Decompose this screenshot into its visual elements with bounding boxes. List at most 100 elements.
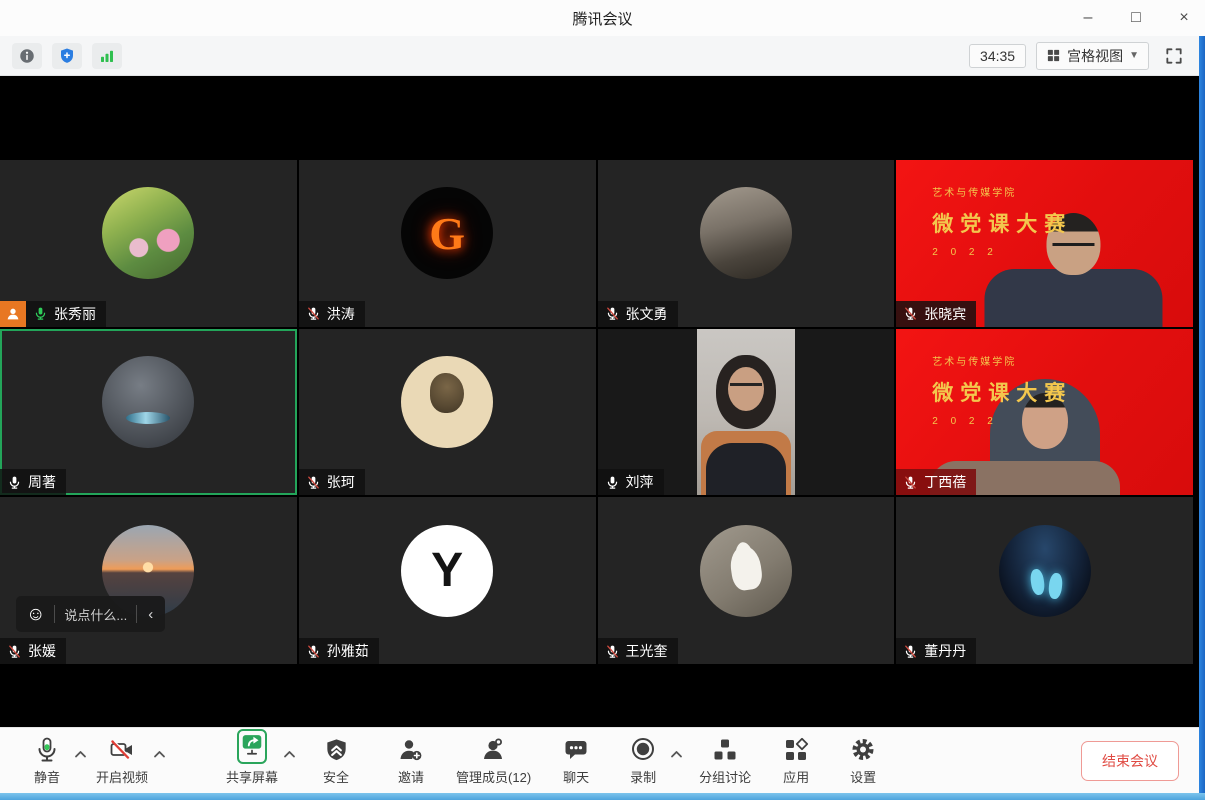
mic-on-icon <box>7 475 22 490</box>
breakout-rooms-icon <box>711 736 739 764</box>
host-badge <box>0 301 26 327</box>
banner-line3: 2 0 2 2 <box>932 247 1072 258</box>
name-tag: 张晓宾 <box>896 301 976 327</box>
view-mode-button[interactable]: 宫格视图 ▼ <box>1036 42 1149 70</box>
participant-tile-zhangyuan[interactable]: ☺ 说点什么... ‹ 张媛 <box>0 497 297 664</box>
participant-tile-zhangxiuli[interactable]: 张秀丽 <box>0 160 297 327</box>
participant-grid: 张秀丽 G 洪涛 <box>0 160 1193 664</box>
participant-name: 张晓宾 <box>924 304 966 324</box>
mic-muted-icon <box>903 475 918 490</box>
maximize-button[interactable]: □ <box>1125 0 1147 36</box>
video-options-chevron[interactable] <box>153 750 166 758</box>
invite-label: 邀请 <box>398 767 424 786</box>
minimize-button[interactable]: – <box>1077 0 1099 36</box>
participant-name: 刘萍 <box>626 472 654 492</box>
name-tag: 刘萍 <box>598 469 664 495</box>
security-button[interactable]: 安全 <box>314 736 358 786</box>
video-banner-text: 艺术与传媒学院 微党课大赛 2 0 2 2 <box>932 353 1072 427</box>
quick-chat-bar[interactable]: ☺ 说点什么... ‹ <box>16 596 165 632</box>
participant-tile-dongdandan[interactable]: 董丹丹 <box>896 497 1193 664</box>
meeting-protect-button[interactable] <box>52 43 82 69</box>
avatar-letter: G <box>429 207 465 260</box>
fullscreen-icon <box>1164 46 1184 66</box>
record-circle-icon <box>629 736 657 764</box>
banner-line2: 微党课大赛 <box>932 377 1072 407</box>
close-button[interactable]: × <box>1173 0 1195 36</box>
start-video-label: 开启视频 <box>96 767 148 786</box>
mute-button[interactable]: 静音 <box>25 736 69 786</box>
mic-muted-icon <box>7 644 22 659</box>
chat-button[interactable]: 聊天 <box>554 736 598 786</box>
fullscreen-button[interactable] <box>1159 43 1189 69</box>
share-screen-label: 共享屏幕 <box>226 767 278 786</box>
meeting-info-button[interactable] <box>12 43 42 69</box>
divider <box>54 605 55 623</box>
info-icon <box>18 47 36 65</box>
participant-tile-dingxibei[interactable]: 艺术与传媒学院 微党课大赛 2 0 2 2 丁西蓓 <box>896 329 1193 496</box>
participant-tile-zhangxiaobin[interactable]: 艺术与传媒学院 微党课大赛 2 0 2 2 张晓宾 <box>896 160 1193 327</box>
participant-tile-sunyaru[interactable]: Y 孙雅茹 <box>299 497 596 664</box>
participant-name: 张珂 <box>327 472 355 492</box>
grid-view-icon <box>1046 48 1061 63</box>
start-video-button[interactable]: 开启视频 <box>96 736 148 786</box>
collapse-chevron-icon[interactable]: ‹ <box>146 606 155 623</box>
manage-members-button[interactable]: 管理成员(12) <box>456 736 531 786</box>
apps-button[interactable]: 应用 <box>774 736 818 786</box>
name-tag: 张珂 <box>299 469 365 495</box>
mic-options-chevron[interactable] <box>74 750 87 758</box>
share-screen-button[interactable]: 共享屏幕 <box>226 736 278 786</box>
emoji-icon[interactable]: ☺ <box>26 605 45 624</box>
share-options-chevron[interactable] <box>283 750 296 758</box>
video-area: 张秀丽 G 洪涛 <box>0 76 1205 727</box>
name-tag: 洪涛 <box>299 301 365 327</box>
network-quality-button[interactable] <box>92 43 122 69</box>
participant-name: 孙雅茹 <box>327 641 369 661</box>
avatar <box>401 356 493 448</box>
chat-bubble-icon <box>562 736 590 764</box>
participant-video <box>697 329 795 496</box>
participant-tile-liuping[interactable]: 刘萍 <box>598 329 895 496</box>
settings-button[interactable]: 设置 <box>841 736 885 786</box>
participant-name: 张媛 <box>28 641 56 661</box>
participant-name: 丁西蓓 <box>924 472 966 492</box>
chat-label: 聊天 <box>563 767 589 786</box>
top-toolbar-left <box>12 43 122 69</box>
members-icon <box>480 736 508 764</box>
mic-muted-icon <box>903 306 918 321</box>
meeting-timer: 34:35 <box>969 44 1026 68</box>
host-person-icon <box>5 306 21 322</box>
avatar-letter: Y <box>431 543 463 598</box>
participant-name: 周著 <box>28 472 56 492</box>
mic-level-icon <box>33 736 61 764</box>
participant-tile-hongtao[interactable]: G 洪涛 <box>299 160 596 327</box>
participant-tile-zhouzhu[interactable]: 周著 <box>0 329 297 496</box>
participant-tile-wangguangkui[interactable]: 王光奎 <box>598 497 895 664</box>
invite-button[interactable]: 邀请 <box>389 736 433 786</box>
breakout-rooms-label: 分组讨论 <box>699 767 751 786</box>
record-options-chevron[interactable] <box>670 750 683 758</box>
chat-input-placeholder[interactable]: 说点什么... <box>64 605 127 624</box>
manage-members-label: 管理成员(12) <box>456 767 531 786</box>
title-bar: 腾讯会议 – □ × <box>0 0 1205 36</box>
name-tag: 周著 <box>0 469 66 495</box>
mute-label: 静音 <box>34 767 60 786</box>
settings-gear-icon <box>849 736 877 764</box>
bottom-toolbar: 静音 开启视频 共享屏幕 安全 <box>0 727 1205 793</box>
name-tag: 张媛 <box>0 638 66 664</box>
avatar: G <box>401 187 493 279</box>
mic-on-icon <box>33 306 48 321</box>
participant-tile-zhangwenyong[interactable]: 张文勇 <box>598 160 895 327</box>
name-tag: 孙雅茹 <box>299 638 379 664</box>
end-meeting-button[interactable]: 结束会议 <box>1081 741 1179 781</box>
mic-muted-icon <box>306 644 321 659</box>
avatar <box>102 356 194 448</box>
record-button[interactable]: 录制 <box>621 736 665 786</box>
divider <box>136 605 137 623</box>
top-toolbar-right: 34:35 宫格视图 ▼ <box>969 42 1189 70</box>
top-toolbar: 34:35 宫格视图 ▼ <box>0 36 1205 76</box>
participant-name: 洪涛 <box>327 304 355 324</box>
participant-tile-zhangke[interactable]: 张珂 <box>299 329 596 496</box>
invite-person-icon <box>397 736 425 764</box>
window-controls: – □ × <box>1077 0 1195 36</box>
breakout-rooms-button[interactable]: 分组讨论 <box>699 736 751 786</box>
